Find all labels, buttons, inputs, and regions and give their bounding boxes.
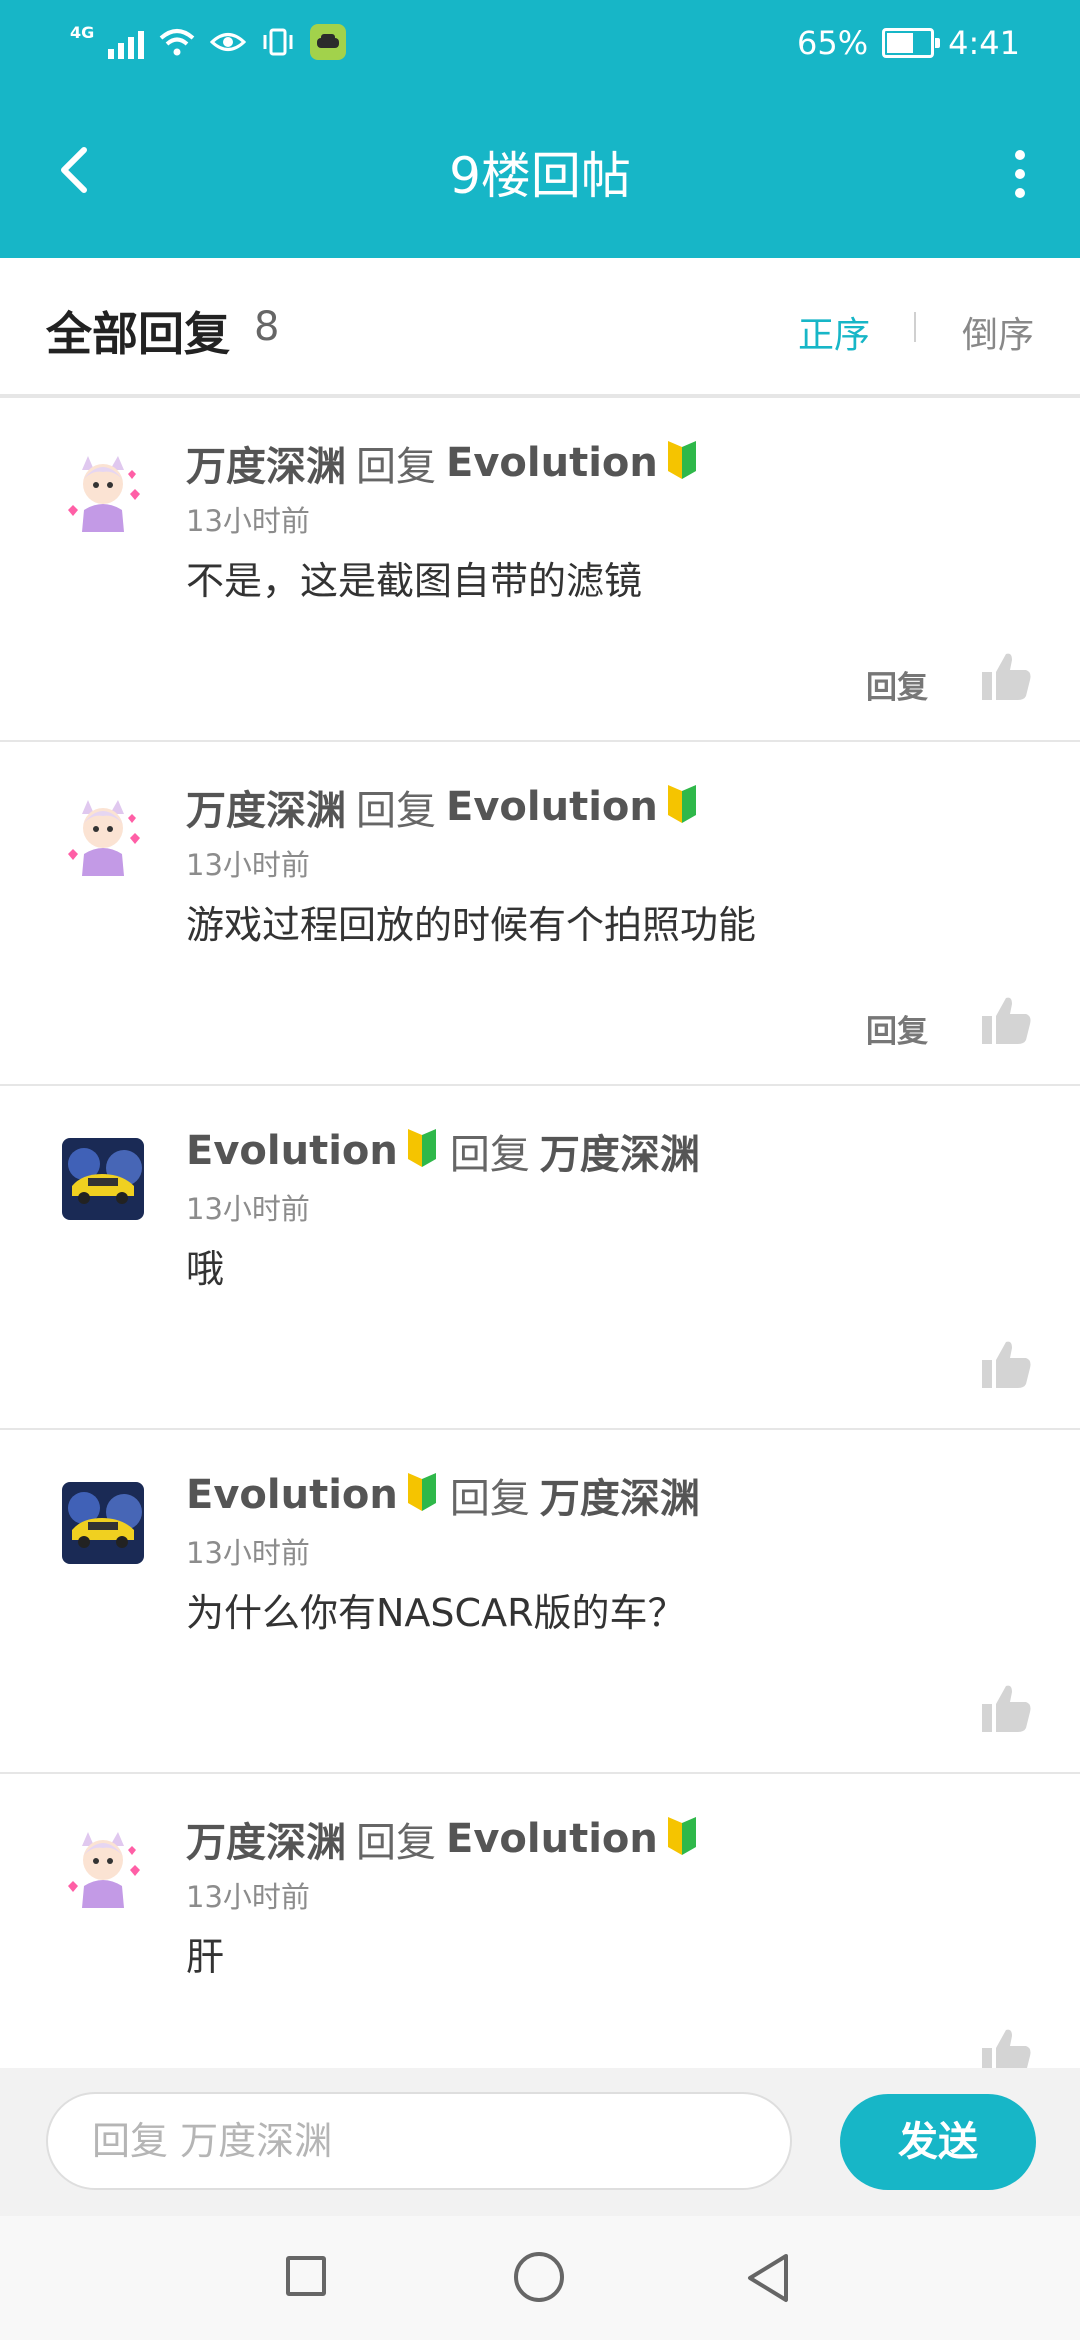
app-header: 4G 65% 4:41 9楼回帖 [0,0,1080,258]
reply-verb: 回复 [356,1820,436,1866]
reply-input[interactable]: 回复 万度深渊 [46,2092,792,2190]
avatar[interactable] [62,794,144,876]
reply-item[interactable]: 万度深渊 回复 Evolution 13小时前肝 [0,1772,1080,2068]
signal-icon [108,25,145,59]
reply-time: 13小时前 [186,1880,310,1914]
reply-time: 13小时前 [186,504,310,538]
reply-time: 13小时前 [186,1536,310,1570]
status-bar: 4G 65% 4:41 [0,0,1080,90]
target-name[interactable]: 万度深渊 [540,1466,700,1524]
sort-divider [914,312,916,342]
sort-bar: 全部回复 8 正序 倒序 [0,258,1080,396]
newbie-badge-icon [404,1473,440,1517]
reply-item[interactable]: Evolution 回复 万度深渊 13小时前哦 [0,1084,1080,1428]
reply-item[interactable]: Evolution 回复 万度深渊 13小时前为什么你有NASCAR版的车？ [0,1428,1080,1772]
page-title: 9楼回帖 [449,147,631,205]
reply-content: 不是，这是截图自带的滤镜 [186,559,643,603]
newbie-badge-icon [664,441,700,485]
reply-time: 13小时前 [186,848,310,882]
battery-percent: 65% [797,24,869,62]
avatar[interactable] [62,1826,144,1908]
thumbs-up-icon[interactable] [980,1338,1032,1390]
newbie-badge-icon [664,785,700,829]
reply-header: 万度深渊 回复 Evolution [186,434,700,492]
target-name[interactable]: Evolution [446,784,658,830]
reply-header: 万度深渊 回复 Evolution [186,1810,700,1868]
more-options-button[interactable] [990,140,1050,208]
reply-content: 游戏过程回放的时候有个拍照功能 [186,903,757,947]
reply-list[interactable]: 万度深渊 回复 Evolution 13小时前 不是，这是截图自带的滤镜 回复 万度深渊 回复… [0,396,1080,2068]
target-name[interactable]: Evolution [446,1816,658,1862]
target-name[interactable]: 万度深渊 [540,1122,700,1180]
reply-item[interactable]: 万度深渊 回复 Evolution 13小时前 游戏过程回放的时候有个拍照功能 回复 [0,740,1080,1084]
thumbs-up-icon[interactable] [980,650,1032,702]
author-name[interactable]: 万度深渊 [186,778,346,836]
reply-input-bar: 回复 万度深渊 发送 [0,2068,1080,2216]
author-name[interactable]: 万度深渊 [186,1810,346,1868]
network-type: 4G [70,22,95,42]
eye-icon [210,33,247,51]
reply-content: 哦 [186,1247,225,1291]
more-vertical-icon [1015,150,1025,160]
sort-ascending-button[interactable]: 正序 [798,306,870,358]
wifi-icon [159,29,195,56]
all-replies-title: 全部回复 [46,307,230,361]
newbie-badge-icon [404,1129,440,1173]
system-navigation-bar [0,2216,1080,2340]
author-name[interactable]: 万度深渊 [186,434,346,492]
recent-apps-icon[interactable] [286,2256,326,2296]
avatar[interactable] [62,450,144,532]
status-right: 65% 4:41 [797,24,1020,62]
status-left: 4G [70,22,347,60]
battery-icon [882,28,941,58]
author-name[interactable]: Evolution [186,1472,398,1518]
sort-descending-button[interactable]: 倒序 [962,306,1034,358]
reply-item[interactable]: 万度深渊 回复 Evolution 13小时前 不是，这是截图自带的滤镜 回复 [0,396,1080,740]
thumbs-up-icon[interactable] [980,1682,1032,1734]
home-icon[interactable] [514,2252,564,2302]
reply-verb: 回复 [356,788,436,834]
reply-verb: 回复 [356,444,436,490]
reply-time: 13小时前 [186,1192,310,1226]
avatar[interactable] [62,1138,144,1220]
reply-count: 8 [254,304,280,350]
reply-content: 为什么你有NASCAR版的车？ [186,1591,686,1635]
author-name[interactable]: Evolution [186,1128,398,1174]
send-button[interactable]: 发送 [840,2094,1036,2190]
reply-verb: 回复 [449,1476,530,1522]
clock: 4:41 [948,24,1020,62]
reply-button[interactable]: 回复 [866,662,928,707]
reply-header: Evolution 回复 万度深渊 [186,1466,700,1524]
app-notification-icon [310,24,347,60]
reply-button[interactable]: 回复 [866,1006,928,1051]
vibrate-icon [263,28,293,56]
thumbs-up-icon[interactable] [980,994,1032,1046]
avatar[interactable] [62,1482,144,1564]
thumbs-up-icon[interactable] [980,2026,1032,2068]
reply-content: 肝 [186,1935,225,1979]
newbie-badge-icon [664,1817,700,1861]
reply-header: Evolution 回复 万度深渊 [186,1122,700,1180]
back-triangle-icon[interactable] [742,2250,794,2306]
reply-verb: 回复 [449,1132,530,1178]
reply-header: 万度深渊 回复 Evolution [186,778,700,836]
target-name[interactable]: Evolution [446,440,658,486]
